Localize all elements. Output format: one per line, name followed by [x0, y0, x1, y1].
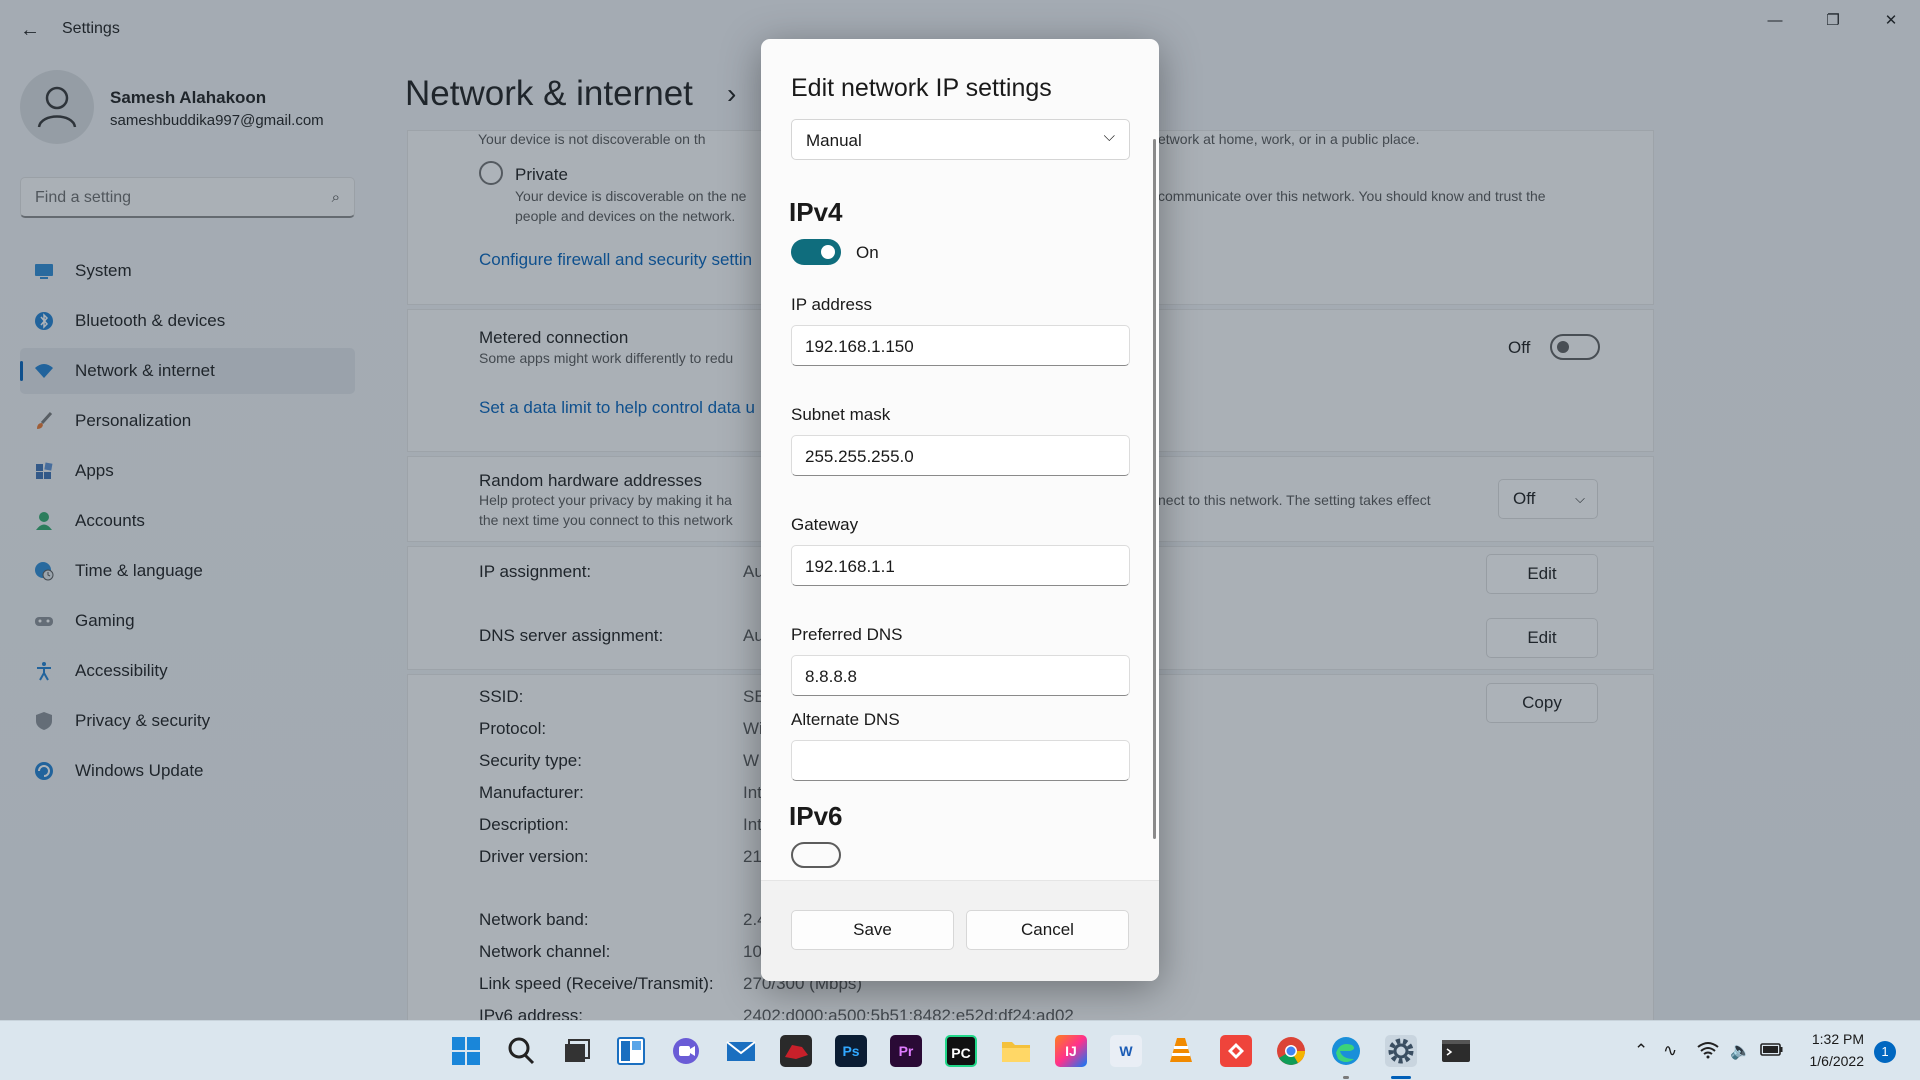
active-indicator: [1391, 1076, 1411, 1079]
widgets-button[interactable]: [615, 1035, 647, 1067]
file-explorer-app[interactable]: [1000, 1035, 1032, 1067]
wifi-signal-icon: [1697, 1042, 1719, 1059]
search-icon: [508, 1037, 535, 1065]
settings-app[interactable]: [1385, 1035, 1417, 1067]
photoshop-app[interactable]: Ps: [835, 1035, 867, 1067]
word-app[interactable]: W: [1110, 1035, 1142, 1067]
ipv4-heading: IPv4: [789, 197, 843, 227]
chrome-icon: [1277, 1037, 1305, 1065]
terminal-icon: [1442, 1040, 1470, 1062]
ip-address-value: 192.168.1.150: [805, 337, 914, 356]
preferred-dns-label: Preferred DNS: [791, 625, 903, 644]
subnet-mask-field[interactable]: 255.255.255.0: [791, 435, 1130, 476]
chat-icon: [673, 1038, 699, 1064]
task-view-icon: [565, 1039, 590, 1062]
search-button[interactable]: [505, 1035, 537, 1067]
pycharm-app[interactable]: PC: [945, 1035, 977, 1067]
mail-app[interactable]: [725, 1035, 757, 1067]
edge-icon: [1332, 1037, 1360, 1065]
ip-address-label: IP address: [791, 295, 872, 314]
ipv4-toggle[interactable]: [791, 239, 841, 265]
game-app[interactable]: [780, 1035, 812, 1067]
gateway-field[interactable]: 192.168.1.1: [791, 545, 1130, 586]
wifi-icon[interactable]: [1697, 1041, 1719, 1064]
dialog-title: Edit network IP settings: [791, 74, 1052, 102]
volume-icon[interactable]: 🔈: [1730, 1041, 1751, 1061]
battery-charging-icon: [1760, 1043, 1783, 1056]
premiere-app[interactable]: Pr: [890, 1035, 922, 1067]
save-button[interactable]: Save: [791, 910, 954, 950]
ip-mode-dropdown[interactable]: Manual ⌵: [791, 119, 1130, 160]
preferred-dns-value: 8.8.8.8: [805, 667, 857, 686]
intellij-app[interactable]: IJ: [1055, 1035, 1087, 1067]
clock-date[interactable]: 1/6/2022: [1800, 1053, 1865, 1069]
dialog-footer: Save Cancel: [761, 880, 1159, 981]
alternate-dns-field[interactable]: [791, 740, 1130, 781]
edge-app[interactable]: [1330, 1035, 1362, 1067]
vlc-app[interactable]: [1165, 1035, 1197, 1067]
ip-address-field[interactable]: 192.168.1.150: [791, 325, 1130, 366]
chevron-up-icon[interactable]: ⌃: [1634, 1041, 1648, 1061]
chevron-down-icon: ⌵: [1103, 128, 1115, 145]
ipv6-heading: IPv6: [789, 801, 843, 831]
notification-badge[interactable]: 1: [1874, 1041, 1896, 1063]
chat-button[interactable]: [670, 1035, 702, 1067]
terminal-app[interactable]: [1440, 1035, 1472, 1067]
subnet-mask-label: Subnet mask: [791, 405, 891, 424]
taskbar: Ps Pr PC IJ W ⌃ ∿ 🔈 1:32 PM 1/6/2022 1: [0, 1020, 1920, 1080]
start-button[interactable]: [450, 1035, 482, 1067]
running-indicator: [1343, 1076, 1349, 1079]
widgets-icon: [617, 1037, 645, 1065]
clock-time[interactable]: 1:32 PM: [1800, 1031, 1864, 1047]
gateway-value: 192.168.1.1: [805, 557, 895, 576]
folder-icon: [1002, 1042, 1030, 1062]
pen-icon[interactable]: ∿: [1663, 1041, 1677, 1061]
anydesk-icon: [1228, 1043, 1244, 1059]
anydesk-app[interactable]: [1220, 1035, 1252, 1067]
ip-mode-value: Manual: [806, 131, 862, 150]
dialog-scrollbar[interactable]: [1153, 139, 1156, 839]
task-view-button[interactable]: [560, 1035, 592, 1067]
preferred-dns-field[interactable]: 8.8.8.8: [791, 655, 1130, 696]
ipv6-toggle[interactable]: [791, 842, 841, 868]
gear-icon: [1388, 1038, 1414, 1064]
gateway-label: Gateway: [791, 515, 859, 534]
battery-icon[interactable]: [1760, 1041, 1784, 1062]
subnet-mask-value: 255.255.255.0: [805, 447, 914, 466]
alternate-dns-label: Alternate DNS: [791, 710, 900, 729]
game-app-icon: [785, 1045, 808, 1059]
edit-ip-dialog: Edit network IP settings Manual ⌵ IPv4 O…: [761, 39, 1159, 981]
chrome-app[interactable]: [1275, 1035, 1307, 1067]
mail-icon: [726, 1041, 756, 1061]
windows-logo-icon: [452, 1037, 480, 1065]
vlc-cone-icon: [1170, 1038, 1192, 1062]
cancel-button[interactable]: Cancel: [966, 910, 1129, 950]
ipv4-toggle-label: On: [856, 243, 879, 262]
